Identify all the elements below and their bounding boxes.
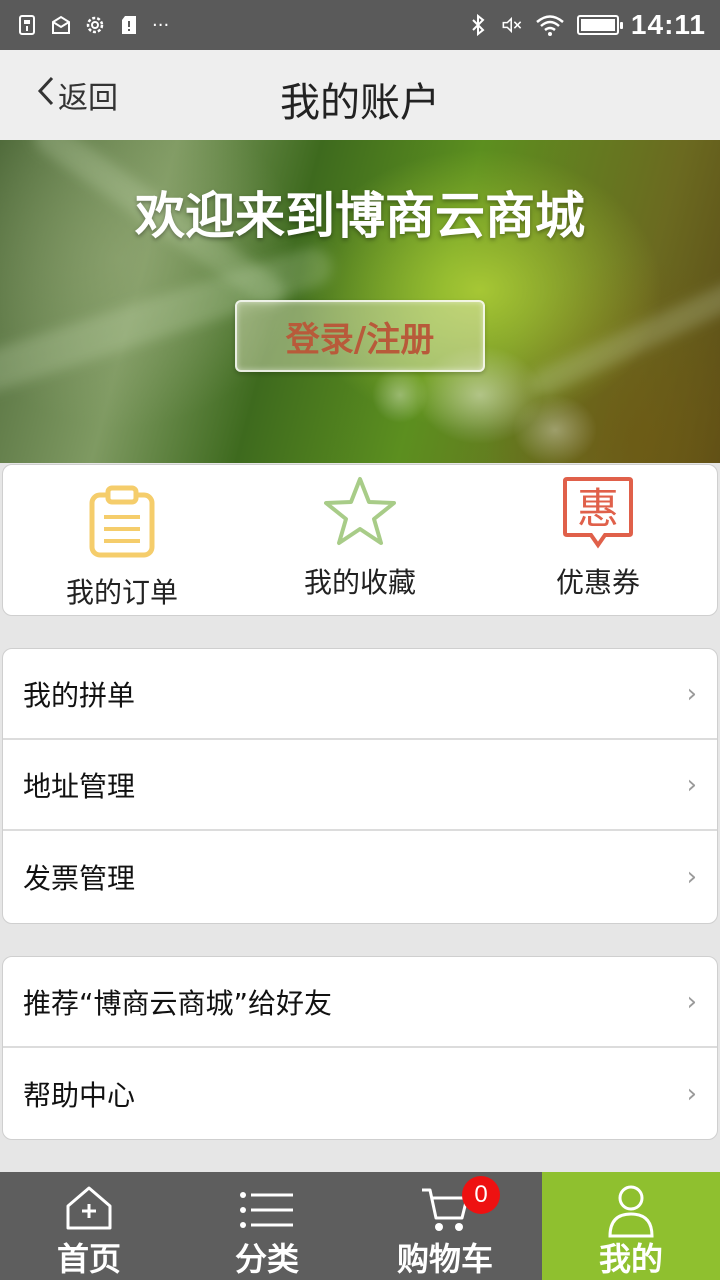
page-title: 我的账户	[280, 80, 440, 126]
menu-item-label: 帮助中心	[23, 1078, 136, 1112]
menu-group-help: 推荐“博商云商城”给好友 › 帮助中心 ›	[2, 956, 718, 1140]
menu-item-label: 我的拼单	[23, 678, 136, 712]
nav-mine[interactable]: 我的	[542, 1172, 720, 1280]
my-favorites-label: 我的收藏	[303, 566, 416, 599]
nav-category[interactable]: 分类	[178, 1172, 356, 1280]
nav-label: 购物车	[396, 1240, 493, 1278]
battery-level	[580, 19, 615, 31]
nav-cart[interactable]: 0 购物车	[356, 1172, 534, 1280]
chevron-right-icon: ›	[686, 678, 697, 709]
clipboard-icon	[88, 485, 156, 563]
chevron-right-icon: ›	[686, 986, 697, 1017]
list-icon	[239, 1190, 295, 1234]
bottom-nav: 首页 分类 0 购物车 我的	[0, 1172, 720, 1280]
banner-decoration	[526, 266, 720, 400]
wifi-icon	[535, 14, 565, 36]
my-favorites-button[interactable]: 我的收藏	[241, 465, 479, 615]
star-icon	[324, 475, 396, 551]
menu-item-label: 推荐“博商云商城”给好友	[23, 986, 333, 1020]
home-icon	[64, 1184, 114, 1236]
coupons-label: 优惠券	[555, 566, 640, 599]
chevron-right-icon: ›	[686, 1078, 697, 1109]
welcome-banner: 欢迎来到博商云商城 登录/注册	[0, 140, 720, 463]
menu-item-recommend-to-friends[interactable]: 推荐“博商云商城”给好友 ›	[3, 957, 717, 1048]
mute-icon	[501, 14, 523, 36]
my-orders-label: 我的订单	[65, 576, 178, 609]
menu-item-address-management[interactable]: 地址管理 ›	[3, 740, 717, 831]
gear-icon	[84, 14, 106, 36]
menu-item-label: 地址管理	[23, 769, 136, 803]
more-dots-icon: ···	[152, 14, 170, 36]
cart-count-badge: 0	[462, 1176, 500, 1214]
svg-text:惠: 惠	[577, 484, 619, 533]
nav-label: 分类	[234, 1240, 299, 1278]
menu-item-invoice-management[interactable]: 发票管理 ›	[3, 831, 717, 922]
quick-actions-card: 我的订单 我的收藏 惠 优惠券	[2, 464, 718, 616]
sd-card-icon	[118, 14, 140, 36]
usb-icon	[16, 14, 38, 36]
menu-item-help-center[interactable]: 帮助中心 ›	[3, 1048, 717, 1139]
chevron-right-icon: ›	[686, 769, 697, 800]
chevron-right-icon: ›	[686, 861, 697, 892]
coupon-hui-icon: 惠	[561, 475, 635, 553]
menu-item-my-group-orders[interactable]: 我的拼单 ›	[3, 649, 717, 740]
mail-box-icon	[50, 14, 72, 36]
nav-label: 首页	[56, 1240, 121, 1278]
login-register-button[interactable]: 登录/注册	[235, 300, 485, 372]
nav-home[interactable]: 首页	[0, 1172, 178, 1280]
battery-icon	[576, 15, 623, 35]
status-time: 14:11	[630, 9, 706, 40]
menu-item-label: 发票管理	[23, 861, 136, 895]
status-right-icons: 14:11	[467, 9, 706, 41]
welcome-title: 欢迎来到博商云商城	[135, 187, 585, 245]
nav-label: 我的	[598, 1240, 663, 1278]
status-bar: ··· 14:11	[0, 0, 720, 50]
my-orders-button[interactable]: 我的订单	[3, 465, 241, 615]
bluetooth-icon	[467, 13, 489, 37]
title-bar: 返回 我的账户	[0, 50, 720, 140]
menu-group-account: 我的拼单 › 地址管理 › 发票管理 ›	[2, 648, 718, 924]
status-left-icons: ···	[16, 14, 169, 36]
coupons-button[interactable]: 惠 优惠券	[479, 465, 717, 615]
